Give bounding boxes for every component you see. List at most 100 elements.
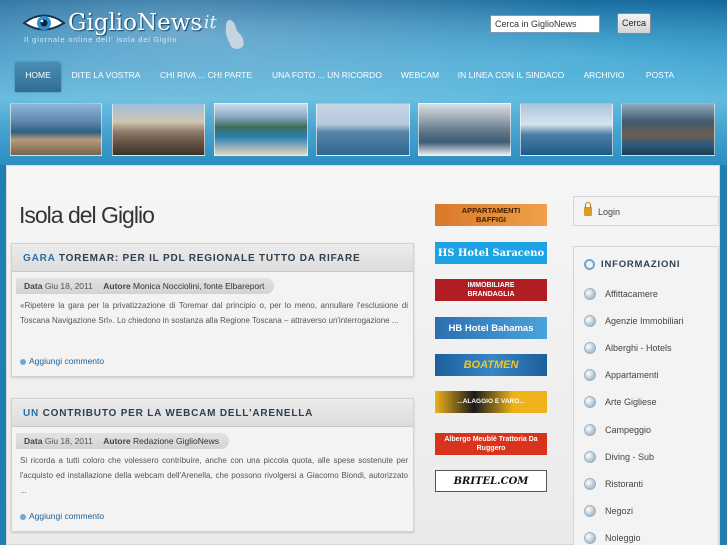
info-item-appartamenti[interactable]: Appartamenti (584, 364, 714, 386)
bullet-icon (584, 396, 596, 408)
bullet-icon (584, 532, 596, 544)
info-box: INFORMAZIONI Affittacamere Agenzie Immob… (573, 246, 719, 545)
info-item-alberghi[interactable]: Alberghi - Hotels (584, 337, 714, 359)
info-item-label: Negozi (605, 506, 634, 516)
article-date: Giu 18, 2011 (44, 281, 93, 291)
ad-appartamenti-baffigi[interactable]: APPARTAMENTI BAFFIGI (435, 204, 547, 226)
bullet-icon (584, 369, 596, 381)
article-author: Monica Nocciolini, fonte Elbareport (133, 281, 265, 291)
info-heading: INFORMAZIONI (584, 259, 680, 270)
ad-albergo-da-ruggero[interactable]: Albergo Meublè Trattoria Da Ruggero (435, 433, 547, 455)
lock-icon (584, 202, 592, 216)
photo-thumbnail[interactable] (621, 103, 715, 156)
info-item-label: Appartamenti (605, 370, 659, 380)
island-icon (225, 20, 244, 49)
bullet-icon (584, 451, 596, 463)
article-title[interactable]: GARA TOREMAR: PER IL PDL REGIONALE TUTTO… (23, 253, 360, 264)
article-card: GARA TOREMAR: PER IL PDL REGIONALE TUTTO… (11, 243, 414, 377)
nav-item-home[interactable]: HOME (15, 62, 61, 92)
article-title-rest: TOREMAR: PER IL PDL REGIONALE TUTTO DA R… (58, 253, 361, 264)
article-title-bar: GARA TOREMAR: PER IL PDL REGIONALE TUTTO… (12, 244, 413, 272)
photo-thumbnail[interactable] (112, 103, 205, 156)
add-comment-label: Aggiungi commento (29, 511, 105, 521)
article-title-rest: CONTRIBUTO PER LA WEBCAM DELL'ARENELLA (42, 408, 314, 419)
info-item-diving[interactable]: Diving - Sub (584, 446, 714, 468)
article-body: Si ricorda a tutti coloro che volessero … (20, 456, 408, 495)
info-item-noleggio[interactable]: Noleggio (584, 527, 714, 545)
bullet-icon (584, 342, 596, 354)
photo-strip (10, 103, 720, 158)
nav-item-webcam[interactable]: WEBCAM (396, 62, 444, 92)
site-tagline: Il giornale online dell' isola del Gigli… (24, 36, 178, 44)
ad-britel[interactable]: BRITEL.COM (435, 470, 547, 492)
login-link[interactable]: Login (598, 207, 620, 217)
photo-thumbnail[interactable] (520, 103, 613, 156)
ad-boatmen[interactable]: BOATMEN (435, 354, 547, 376)
site-name: GiglioNews (68, 10, 203, 36)
info-item-label: Agenzie Immobiliari (605, 316, 684, 326)
info-item-label: Campeggio (605, 425, 652, 435)
info-item-label: Arte Gigliese (605, 397, 657, 407)
article-title-first-word: GARA (23, 253, 56, 264)
comment-icon (20, 513, 26, 520)
info-item-arte-gigliese[interactable]: Arte Gigliese (584, 391, 714, 413)
info-item-label: Affittacamere (605, 289, 658, 299)
date-label: Data (24, 281, 43, 291)
photo-thumbnail[interactable] (214, 103, 308, 156)
nav-item-dite-la-vostra[interactable]: DITE LA VOSTRA (66, 62, 146, 92)
info-item-label: Diving - Sub (605, 452, 655, 462)
nav-item-una-foto[interactable]: UNA FOTO ... UN RICORDO (267, 62, 387, 92)
info-item-ristoranti[interactable]: Ristoranti (584, 473, 714, 495)
article-title[interactable]: UN CONTRIBUTO PER LA WEBCAM DELL'ARENELL… (23, 408, 313, 419)
nav-item-archivio[interactable]: ARCHIVIO (578, 62, 630, 92)
site-tld: .it (198, 12, 217, 33)
bullet-icon (584, 478, 596, 490)
article-title-first-word: UN (23, 408, 40, 419)
bullet-icon (584, 315, 596, 327)
info-item-label: Alberghi - Hotels (605, 343, 672, 353)
article-title-bar: UN CONTRIBUTO PER LA WEBCAM DELL'ARENELL… (12, 399, 413, 427)
ad-immobiliare-brandaglia[interactable]: IMMOBILIARE BRANDAGLIA (435, 279, 547, 301)
article-author: Redazione GiglioNews (133, 436, 219, 446)
search-button[interactable]: Cerca (617, 13, 651, 34)
add-comment-label: Aggiungi commento (29, 356, 105, 366)
ad-alaggio-varo[interactable]: ...ALAGGIO E VARO... (435, 391, 547, 413)
info-item-negozi[interactable]: Negozi (584, 500, 714, 522)
login-box[interactable]: Login (573, 196, 719, 226)
info-item-label: Ristoranti (605, 479, 644, 489)
site-header: GiglioNews .it Il giornale online dell' … (0, 0, 727, 165)
nav-item-sindaco[interactable]: IN LINEA CON IL SINDACO (453, 62, 569, 92)
info-item-campeggio[interactable]: Campeggio (584, 419, 714, 441)
article-card: UN CONTRIBUTO PER LA WEBCAM DELL'ARENELL… (11, 398, 414, 532)
author-label: Autore (103, 281, 131, 291)
add-comment-link[interactable]: Aggiungi commento (20, 511, 104, 521)
photo-thumbnail[interactable] (418, 103, 511, 156)
comment-icon (20, 358, 26, 365)
nav-item-posta[interactable]: POSTA (640, 62, 680, 92)
author-label: Autore (103, 436, 131, 446)
nav-item-chi-riva[interactable]: CHI RIVA ... CHI PARTE (155, 62, 257, 92)
bullet-icon (584, 505, 596, 517)
article-meta: Data Giu 18, 2011 Autore Monica Noccioli… (16, 278, 275, 294)
info-item-label: Noleggio (605, 533, 641, 543)
info-ring-icon (584, 259, 595, 270)
bullet-icon (584, 288, 596, 300)
info-title: INFORMAZIONI (601, 259, 681, 271)
ad-hotel-saraceno[interactable]: HS Hotel Saraceno (435, 242, 547, 264)
search-input[interactable] (490, 15, 600, 33)
ad-hotel-bahamas[interactable]: HB Hotel Bahamas (435, 317, 547, 339)
eye-logo-icon (22, 14, 66, 31)
date-label: Data (24, 436, 43, 446)
main-content: Isola del Giglio GARA TOREMAR: PER IL PD… (6, 165, 720, 545)
photo-thumbnail[interactable] (316, 103, 410, 156)
article-meta: Data Giu 18, 2011 Autore Redazione Gigli… (16, 433, 229, 449)
main-nav: HOME DITE LA VOSTRA CHI RIVA ... CHI PAR… (0, 62, 727, 94)
add-comment-link[interactable]: Aggiungi commento (20, 356, 104, 366)
info-item-affittacamere[interactable]: Affittacamere (584, 283, 714, 305)
info-item-agenzie[interactable]: Agenzie Immobiliari (584, 310, 714, 332)
page-title: Isola del Giglio (19, 202, 155, 228)
article-date: Giu 18, 2011 (44, 436, 93, 446)
article-body: «Ripetere la gara per la privatizzazione… (20, 301, 408, 325)
bullet-icon (584, 424, 596, 436)
photo-thumbnail[interactable] (10, 103, 102, 156)
